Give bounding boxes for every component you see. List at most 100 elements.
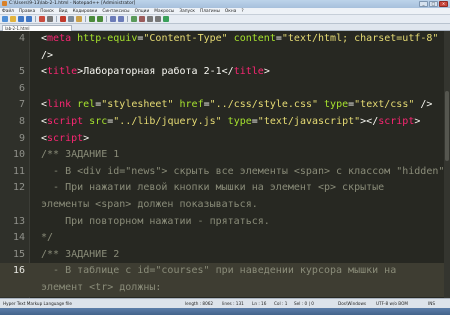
taskbar: [0, 308, 450, 315]
cut-icon[interactable]: [60, 16, 66, 22]
copy-icon[interactable]: [68, 16, 74, 22]
code-line[interactable]: 11 - В <div id="news"> скрыть все элемен…: [0, 164, 444, 181]
line-code: <meta http-equiv="Content-Type" content=…: [41, 31, 438, 48]
code-line[interactable]: 5 <title>Лабораторная работа 2-1</title>: [0, 64, 444, 81]
line-number: 15: [12, 248, 25, 260]
code-token: src: [83, 116, 108, 127]
line-code: />: [41, 48, 53, 65]
code-line[interactable]: 15 /** ЗАДАНИЕ 2: [0, 247, 444, 264]
code-line[interactable]: 10 /** ЗАДАНИЕ 1: [0, 147, 444, 164]
code-line[interactable]: 14 */: [0, 230, 444, 247]
indent-icon[interactable]: [155, 16, 161, 22]
menu-item[interactable]: Опции: [135, 8, 150, 14]
code-token: href: [173, 99, 204, 111]
menu-item[interactable]: Макросы: [154, 8, 174, 14]
open-file-icon[interactable]: [10, 16, 16, 22]
redo-icon[interactable]: [97, 16, 103, 22]
line-number: 11: [12, 165, 25, 177]
code-token: элементы <span> должен показываться.: [41, 199, 258, 210]
status-line-number: Ln : 16: [252, 301, 267, 306]
code-token: /** ЗАДАНИЕ 2: [41, 248, 120, 260]
line-number: 8: [18, 116, 25, 127]
code-token: script: [378, 116, 415, 127]
status-encoding: UTF-8 w/o BOM: [376, 301, 408, 306]
code-line[interactable]: />: [0, 48, 444, 65]
print-icon[interactable]: [47, 16, 53, 22]
line-code: элемент <tr> должны:: [41, 280, 161, 297]
notepad-plus-plus-window: C:\Users\9-13\lab-2-1.html - Notepad++ […: [0, 0, 450, 315]
toolbar-separator: [35, 16, 36, 22]
new-file-icon[interactable]: [2, 16, 8, 22]
save-all-icon[interactable]: [26, 16, 32, 22]
line-code: <link rel="stylesheet" href="../css/styl…: [41, 97, 432, 114]
status-eol: Dos\Windows: [338, 301, 367, 306]
code-token: link: [47, 99, 72, 111]
code-token: rel: [71, 99, 96, 111]
find-icon[interactable]: [110, 16, 116, 22]
minimize-button[interactable]: _: [419, 1, 428, 7]
code-line[interactable]: 12 - При нажатии левой кнопки мышки на э…: [0, 180, 444, 197]
maximize-button[interactable]: □: [429, 1, 438, 7]
code-line[interactable]: 8 <script src="../lib/jquery.js" type="te…: [0, 114, 444, 131]
code-line[interactable]: 16 - В таблице с id="courses" при наведе…: [0, 263, 444, 280]
code-token: "text/html; charset=utf-8": [281, 33, 439, 44]
zoom-out-icon[interactable]: [139, 16, 145, 22]
code-line[interactable]: элемент <tr> должны:: [0, 280, 444, 297]
toolbar-separator: [106, 16, 107, 22]
line-code: /** ЗАДАНИЕ 2: [41, 247, 119, 264]
code-token: "../css/style.css": [209, 99, 319, 111]
vertical-scrollbar[interactable]: [444, 31, 450, 298]
status-lines: lines : 131: [222, 301, 244, 306]
window-controls: _ □ ×: [418, 1, 448, 7]
close-icon[interactable]: [39, 16, 45, 22]
code-token: */: [41, 232, 54, 244]
line-code: <script src="../lib/jquery.js" type="tex…: [41, 114, 420, 131]
line-number: 7: [18, 99, 25, 111]
code-token: >: [414, 116, 421, 127]
menu-item[interactable]: ?: [241, 8, 243, 14]
line-number: 13: [12, 215, 25, 227]
run-icon[interactable]: [163, 16, 169, 22]
scrollbar-thumb[interactable]: [445, 91, 449, 161]
toolbar-separator: [127, 16, 128, 22]
code-token: "stylesheet": [101, 99, 174, 111]
code-editor[interactable]: 4 <meta http-equiv="Content-Type" content…: [0, 31, 450, 298]
code-line[interactable]: элементы <span> должен показываться.: [0, 197, 444, 214]
replace-icon[interactable]: [118, 16, 124, 22]
close-window-button[interactable]: ×: [439, 1, 448, 7]
code-line[interactable]: 7 <link rel="stylesheet" href="../css/sty…: [0, 97, 444, 114]
menu-item[interactable]: Окна: [225, 8, 236, 14]
menu-item[interactable]: Запуск: [179, 8, 195, 14]
menu-item[interactable]: Правка: [19, 8, 35, 14]
menu-item[interactable]: Поиск: [40, 8, 54, 14]
undo-icon[interactable]: [89, 16, 95, 22]
code-line[interactable]: 6: [0, 81, 444, 98]
paste-icon[interactable]: [76, 16, 82, 22]
code-token: title: [47, 66, 78, 78]
status-file-type: Hyper Text Markup Language file: [3, 301, 72, 306]
code-token: script: [47, 116, 84, 127]
code-token: >: [83, 132, 90, 144]
line-number: 16: [12, 265, 25, 277]
menu-item[interactable]: Вид: [59, 8, 68, 14]
code-line[interactable]: 9 <script>: [0, 131, 444, 148]
status-insert-mode: INS: [428, 301, 436, 306]
menu-item[interactable]: Плагины: [200, 8, 220, 14]
line-number: 4: [18, 33, 25, 44]
menu-item[interactable]: Кодировки: [73, 8, 98, 14]
code-token: http-equiv: [71, 33, 138, 44]
zoom-in-icon[interactable]: [131, 16, 137, 22]
menu-bar: Файл Правка Поиск Вид Кодировки Синтаксисы Опц…: [0, 8, 450, 15]
menu-item[interactable]: Синтаксисы: [102, 8, 129, 14]
menu-item[interactable]: Файл: [2, 8, 14, 14]
save-icon[interactable]: [18, 16, 24, 22]
wrap-icon[interactable]: [147, 16, 153, 22]
code-token: title: [233, 66, 264, 78]
line-number: 6: [18, 82, 25, 94]
code-token: При повторном нажатии - прятаться.: [41, 215, 270, 227]
code-line[interactable]: 4 <meta http-equiv="Content-Type" content…: [0, 31, 444, 48]
code-line[interactable]: 13 При повторном нажатии - прятаться.: [0, 214, 444, 231]
code-token: />: [41, 49, 54, 61]
line-code: При повторном нажатии - прятаться.: [41, 214, 270, 231]
code-token: - При нажатии левой кнопки мышки на элем…: [41, 182, 385, 194]
